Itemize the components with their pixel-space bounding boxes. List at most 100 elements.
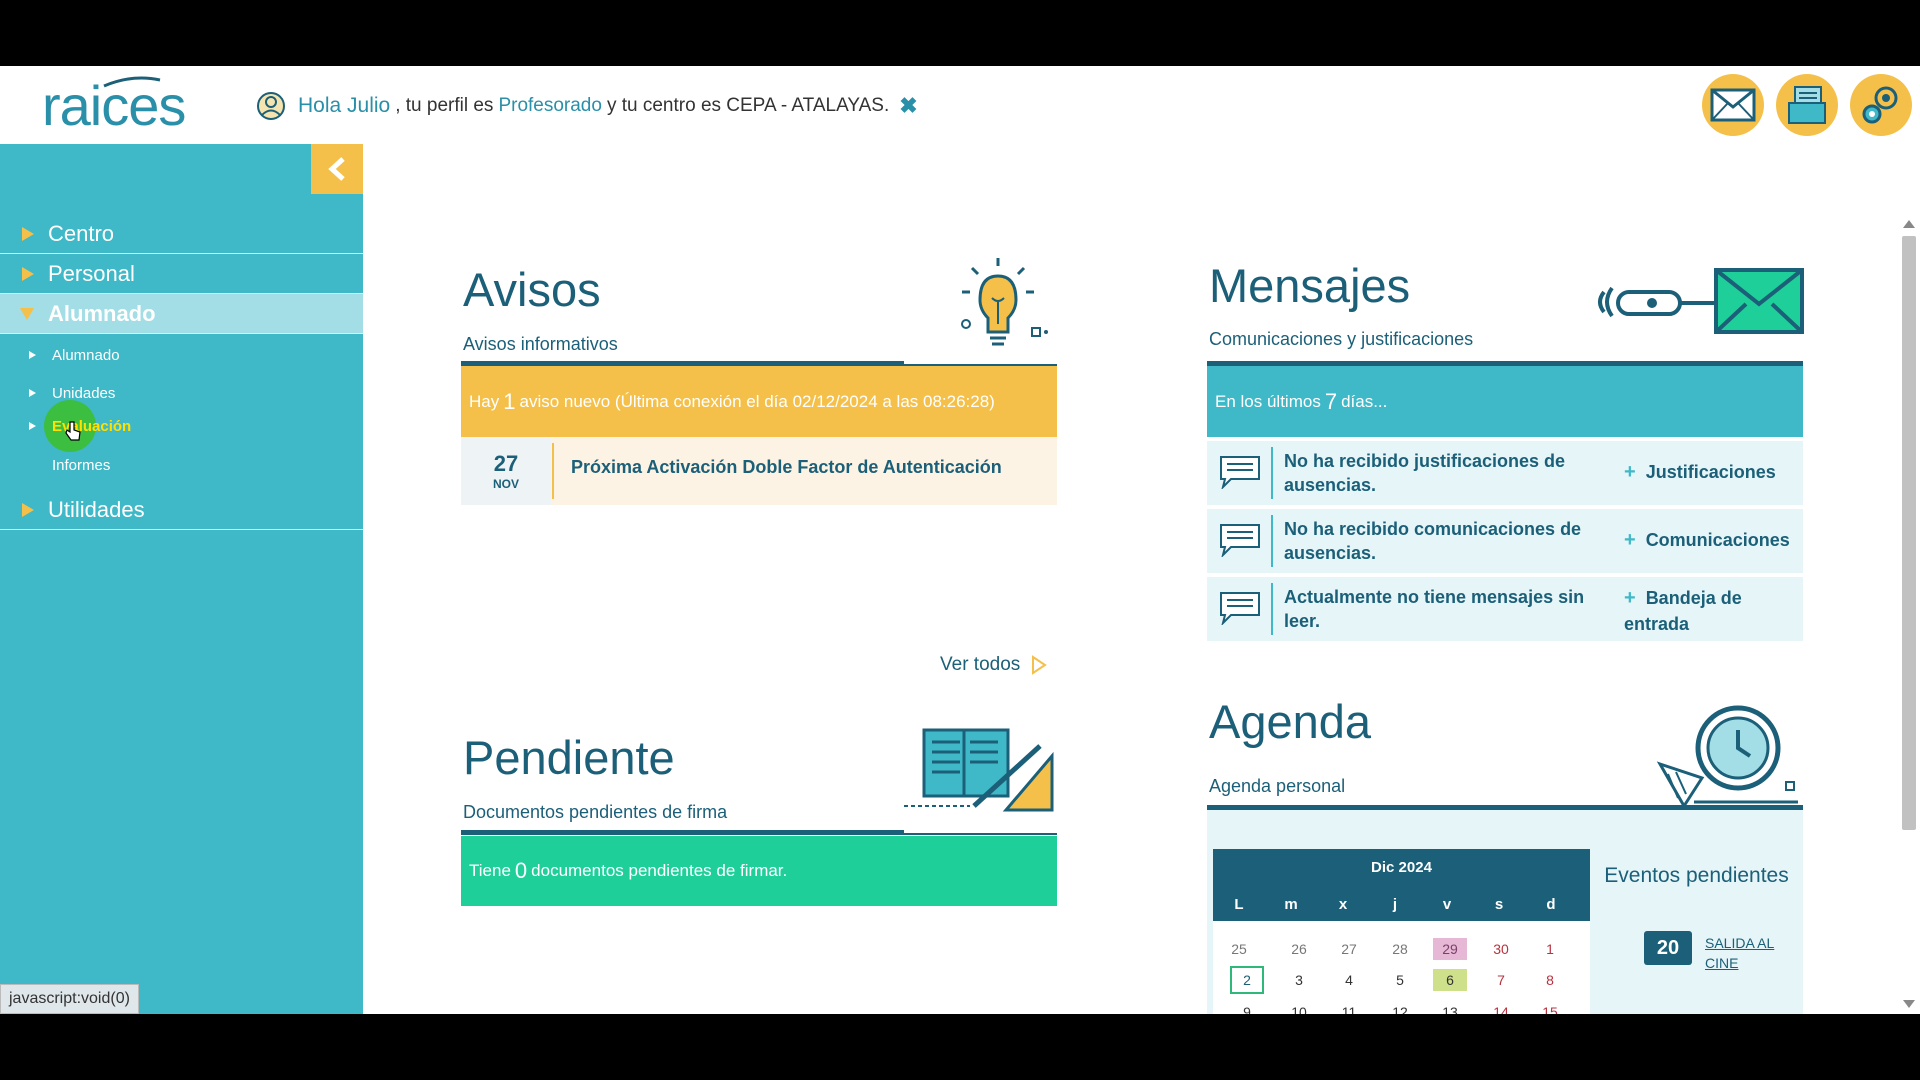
calendar-day-event[interactable]: 29 xyxy=(1433,938,1467,960)
calendar-day[interactable]: 8 xyxy=(1533,969,1567,991)
documents-pencil-icon xyxy=(904,728,1054,812)
mensajes-row-text: No ha recibido comunicaciones de ausenci… xyxy=(1284,519,1582,563)
greeting-centro: y tu centro es CEPA - ATALAYAS. xyxy=(606,95,890,116)
calendar-day[interactable]: 25 xyxy=(1222,938,1256,960)
calendar-day[interactable]: 1 xyxy=(1533,938,1567,960)
pendiente-rule xyxy=(461,830,904,835)
aviso-separator xyxy=(552,443,554,499)
calendar-day[interactable]: 30 xyxy=(1484,938,1518,960)
sidebar-item-personal[interactable]: Personal xyxy=(0,254,363,294)
raices-logo[interactable]: raices xyxy=(42,76,217,136)
agenda-subtitle: Agenda personal xyxy=(1209,776,1346,796)
mensajes-bar-suffix: días... xyxy=(1341,391,1388,411)
calendar-dow: x xyxy=(1338,896,1348,913)
triangle-right-icon xyxy=(22,502,34,517)
mail-button[interactable] xyxy=(1702,74,1764,136)
mensajes-bar-prefix: En los últimos xyxy=(1215,391,1321,411)
settings-icon xyxy=(1862,86,1898,124)
calendar-day[interactable]: 7 xyxy=(1484,969,1518,991)
chat-bubble-icon xyxy=(1220,456,1260,489)
avisos-bar: Hay 1 aviso nuevo (Última conexión el dí… xyxy=(461,366,1057,437)
user-icon xyxy=(257,92,285,120)
sidebar-subitem-label: Alumnado xyxy=(52,346,120,364)
calendar-day-today[interactable]: 2 xyxy=(1230,966,1264,994)
calendar-dow: d xyxy=(1546,896,1556,913)
top-header: raices Hola Julio , tu perfil es Profeso… xyxy=(0,66,1920,144)
page-scrollbar[interactable] xyxy=(1898,216,1920,1014)
sidebar-item-alumnado[interactable]: Alumnado xyxy=(0,294,363,334)
sidebar-item-utilidades[interactable]: Utilidades xyxy=(0,490,363,530)
row-separator xyxy=(1271,583,1273,635)
aviso-date: 27 NOV xyxy=(461,437,551,505)
calendar-day[interactable]: 4 xyxy=(1332,969,1366,991)
triangle-right-icon xyxy=(29,422,36,430)
sidebar-subitem-label: Unidades xyxy=(52,384,116,402)
mensajes-row-comunicaciones: No ha recibido comunicaciones de ausenci… xyxy=(1207,509,1803,573)
calendar-day[interactable]: 27 xyxy=(1332,938,1366,960)
calendar-day-event[interactable]: 6 xyxy=(1433,969,1467,991)
greeting: Hola Julio , tu perfil es Profesorado y … xyxy=(256,91,918,121)
collapse-sidebar-button[interactable] xyxy=(311,144,363,194)
calendar-day[interactable]: 15 xyxy=(1533,1001,1567,1014)
greeting-name: Hola Julio xyxy=(298,94,391,117)
calendar-day[interactable]: 11 xyxy=(1332,1001,1366,1014)
sidebar-item-centro[interactable]: Centro xyxy=(0,214,363,254)
clock-icon xyxy=(1656,705,1798,808)
mensajes-row-bandeja: Actualmente no tiene mensajes sin leer. … xyxy=(1207,577,1803,641)
scroll-down-arrow-icon[interactable] xyxy=(1903,1000,1915,1008)
calendar-day[interactable]: 26 xyxy=(1282,938,1316,960)
chat-bubble-icon xyxy=(1220,524,1260,557)
close-icon[interactable]: ✖ xyxy=(899,93,917,119)
calendar-day[interactable]: 14 xyxy=(1484,1001,1518,1014)
logo-swoosh-icon xyxy=(103,76,161,88)
sidebar-item-label: Utilidades xyxy=(48,496,145,522)
calendar-day[interactable]: 5 xyxy=(1383,969,1417,991)
mensajes-bar: En los últimos 7 días... xyxy=(1207,366,1803,437)
pendiente-bar: Tiene 0 documentos pendientes de firmar. xyxy=(461,836,1057,906)
scrollbar-thumb[interactable] xyxy=(1902,236,1916,830)
avisos-bar-suffix: aviso nuevo (Última conexión el día 02/1… xyxy=(519,391,995,411)
calendar-dow: m xyxy=(1284,896,1298,913)
calendar-month: Dic 2024 xyxy=(1371,859,1432,876)
avisos-subtitle: Avisos informativos xyxy=(463,334,618,354)
calendar-dow: j xyxy=(1392,896,1398,913)
ver-todos-label: Ver todos xyxy=(940,654,1021,675)
avisos-bar-count: 1 xyxy=(503,388,516,414)
ver-todos-link[interactable]: Ver todos xyxy=(940,654,1048,676)
bandeja-entrada-link[interactable]: + Bandeja de entrada xyxy=(1624,585,1802,637)
calendar-day[interactable]: 10 xyxy=(1282,1001,1316,1014)
row-separator xyxy=(1271,447,1273,499)
perfil-link[interactable]: Profesorado xyxy=(498,95,602,117)
event-link[interactable]: SALIDA AL CINE xyxy=(1705,933,1795,973)
sidebar-item-label: Alumnado xyxy=(48,300,156,326)
blank-marker xyxy=(29,461,36,469)
documents-button[interactable] xyxy=(1776,74,1838,136)
pendiente-bar-suffix: documentos pendientes de firmar. xyxy=(531,861,788,880)
settings-button[interactable] xyxy=(1850,74,1912,136)
play-triangle-icon xyxy=(1032,655,1048,675)
plus-icon: + xyxy=(1624,587,1636,609)
calendar-dow: L xyxy=(1234,896,1244,913)
triangle-right-icon xyxy=(22,226,34,241)
event-day-badge: 20 xyxy=(1644,931,1692,965)
mensajes-bar-count: 7 xyxy=(1324,388,1338,414)
calendar-day[interactable]: 12 xyxy=(1383,1001,1417,1014)
mensajes-row-text: No ha recibido justificaciones de ausenc… xyxy=(1284,451,1566,495)
sidebar-subitem-alumnado[interactable]: Alumnado xyxy=(0,340,363,370)
lightbulb-icon xyxy=(961,258,1048,346)
eventos-title: Eventos pendientes xyxy=(1604,864,1789,887)
calendar-day[interactable]: 28 xyxy=(1383,938,1417,960)
sidebar-subitem-informes[interactable]: Informes xyxy=(0,450,363,480)
calendar-day[interactable]: 9 xyxy=(1230,1001,1264,1014)
calendar-day[interactable]: 3 xyxy=(1282,969,1316,991)
mensajes-title: Mensajes xyxy=(1209,259,1411,312)
justificaciones-link-label: Justificaciones xyxy=(1645,462,1776,482)
justificaciones-link[interactable]: + Justificaciones xyxy=(1624,459,1802,485)
sidebar-subitem-evaluacion[interactable]: Evaluación xyxy=(0,411,363,441)
triangle-down-icon xyxy=(20,307,34,320)
envelope-signal-icon xyxy=(1598,268,1804,334)
aviso-item[interactable]: 27 NOV Próxima Activación Doble Factor d… xyxy=(461,437,1057,505)
scroll-up-arrow-icon[interactable] xyxy=(1903,220,1915,228)
comunicaciones-link[interactable]: + Comunicaciones xyxy=(1624,527,1802,553)
calendar-day[interactable]: 13 xyxy=(1433,1001,1467,1014)
